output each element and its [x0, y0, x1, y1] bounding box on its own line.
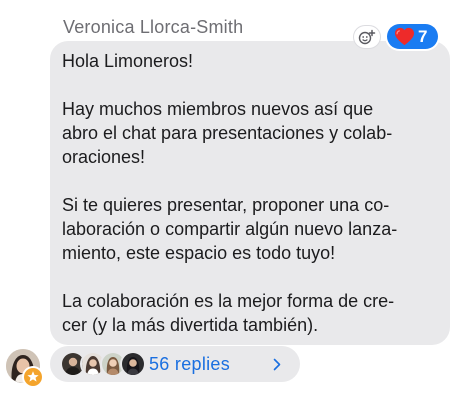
star-badge: [24, 368, 42, 386]
star-icon: [27, 371, 39, 382]
replies-thread-button[interactable]: 56 replies: [50, 346, 300, 382]
reply-avatar-photo: [122, 353, 144, 375]
add-reaction-button[interactable]: [354, 26, 380, 48]
heart-reaction-button[interactable]: 7: [387, 24, 438, 49]
reply-avatar-photo: [62, 353, 84, 375]
message-paragraph-4: La colaboración es la mejor forma de cre…: [62, 291, 395, 335]
reply-avatar-photo: [102, 353, 124, 375]
sender-name: Veronica Llorca-Smith: [63, 17, 244, 37]
message-paragraph-3: Si te quieres presentar, proponer una co…: [62, 195, 398, 263]
replies-count-label: 56 replies: [149, 354, 231, 374]
reply-avatar-photo: [82, 353, 104, 375]
reply-avatar-4: [122, 353, 144, 375]
add-reaction-icon: [358, 29, 376, 45]
chevron-right-icon: [273, 358, 281, 371]
reaction-count: 7: [418, 27, 428, 46]
message-paragraph-1: Hola Limoneros!: [62, 51, 194, 71]
message-paragraph-2: Hay muchos miembros nuevos así que abro …: [62, 99, 393, 167]
red-heart-icon: [395, 27, 414, 46]
reply-avatar-1: [62, 353, 84, 375]
reply-avatar-2: [82, 353, 104, 375]
reply-avatar-3: [102, 353, 124, 375]
